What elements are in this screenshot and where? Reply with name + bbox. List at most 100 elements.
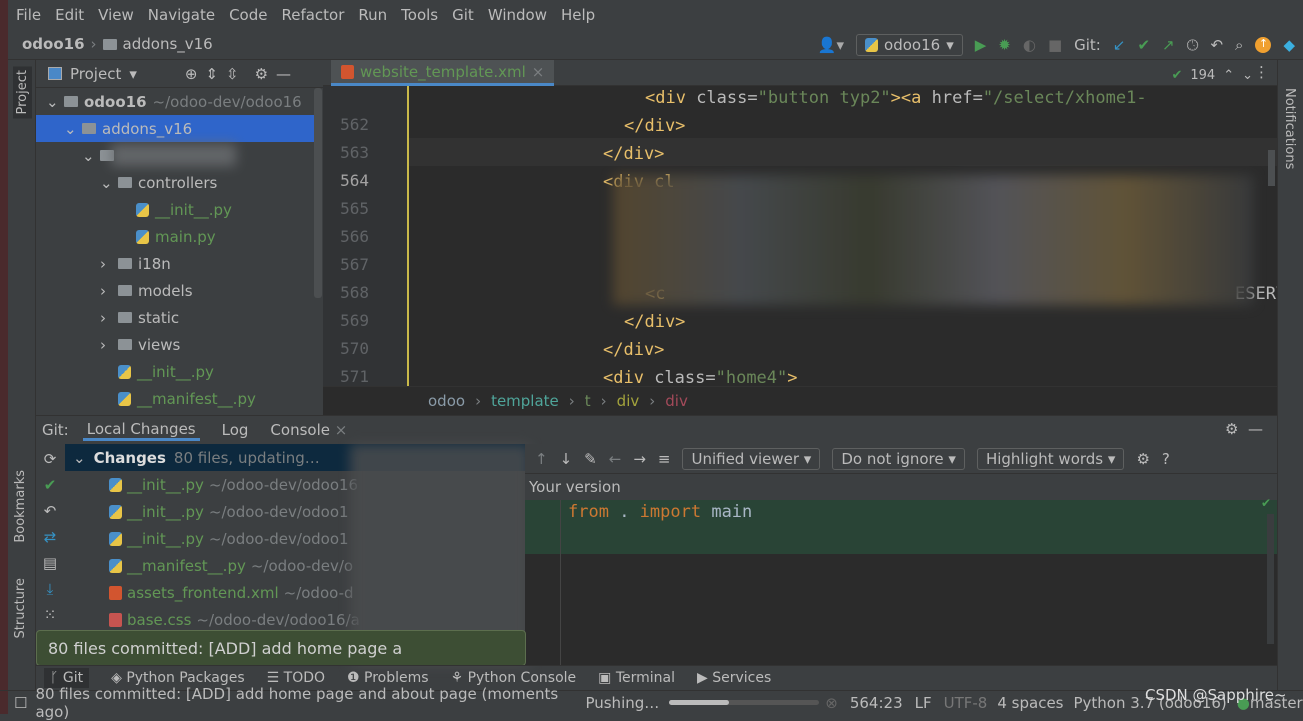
line-separator[interactable]: LF <box>915 694 932 712</box>
editor-scrollbar[interactable] <box>1268 150 1275 186</box>
chevron-down-icon[interactable]: ▾ <box>129 65 137 83</box>
jetbrains-icon[interactable]: ◆ <box>1283 36 1295 54</box>
menu-view[interactable]: View <box>98 6 134 24</box>
commit-icon[interactable]: ✔ <box>44 476 57 494</box>
breadcrumb-folder[interactable]: addons_v16 <box>123 35 213 53</box>
hide-icon[interactable]: — <box>276 65 291 83</box>
toggle-toolwindows-icon[interactable]: ☐ <box>14 694 27 712</box>
indent-setting[interactable]: 4 spaces <box>997 694 1063 712</box>
changed-file-row[interactable]: base.css ~/odoo-dev/odoo16/a <box>109 606 360 633</box>
close-icon[interactable]: × <box>335 421 348 439</box>
project-view-select[interactable]: Project <box>70 65 121 83</box>
chevron-right-icon[interactable]: › <box>100 282 112 300</box>
rollback-icon[interactable]: ↶ <box>44 502 57 520</box>
code-line[interactable]: </div> <box>624 116 685 136</box>
previous-highlight-icon[interactable]: ⌃ <box>1223 68 1234 83</box>
tree-item[interactable]: › views <box>36 331 314 358</box>
diff-icon[interactable]: ⇄ <box>44 528 57 546</box>
breadcrumb-item[interactable]: div <box>665 392 688 410</box>
tree-item[interactable]: main.py <box>36 223 314 250</box>
user-icon[interactable]: 👤▾ <box>818 36 844 54</box>
menu-code[interactable]: Code <box>229 6 267 24</box>
tree-item[interactable]: ⌄ odoo16 ~/odoo-dev/odoo16 <box>36 88 314 115</box>
refresh-icon[interactable]: ⟳ <box>44 450 57 468</box>
breadcrumb-project[interactable]: odoo16 <box>22 35 85 53</box>
file-encoding[interactable]: UTF-8 <box>944 694 988 712</box>
expand-all-icon[interactable]: ⇕ <box>205 65 218 83</box>
breadcrumb-item[interactable]: template <box>491 392 559 410</box>
bookmarks-stripe-button[interactable]: Bookmarks <box>13 470 28 543</box>
next-highlight-icon[interactable]: ⌄ <box>1242 68 1253 83</box>
tree-item[interactable]: ⌄ controllers <box>36 169 314 196</box>
breadcrumb-item[interactable]: odoo <box>428 392 465 410</box>
cancel-icon[interactable]: ⊗ <box>825 694 838 712</box>
settings-icon[interactable]: ⚙ <box>1136 450 1149 468</box>
update-icon[interactable]: ↑ <box>1255 37 1272 53</box>
changed-file-row[interactable]: __init__.py ~/odoo-dev/odoo1 <box>109 498 349 525</box>
tree-scrollbar[interactable] <box>314 88 322 298</box>
git-commit-icon[interactable]: ✔ <box>1137 36 1150 54</box>
search-icon[interactable]: ⌕ <box>1235 36 1243 54</box>
locate-icon[interactable]: ⊕ <box>185 65 198 83</box>
chevron-down-icon[interactable]: ⌄ <box>46 93 59 111</box>
debug-icon[interactable]: ✹ <box>998 36 1011 54</box>
diff-scrollbar[interactable] <box>1267 514 1274 644</box>
rollback-icon[interactable]: ↶ <box>1210 36 1223 54</box>
viewer-select[interactable]: Unified viewer ▾ <box>682 447 821 470</box>
project-stripe-button[interactable]: Project <box>13 66 32 119</box>
changed-file-row[interactable]: assets_frontend.xml ~/odoo-d <box>109 579 354 606</box>
commit-notification-balloon[interactable]: 80 files committed: [ADD] add home page … <box>36 630 526 666</box>
menu-window[interactable]: Window <box>488 6 547 24</box>
menu-refactor[interactable]: Refactor <box>281 6 344 24</box>
menu-file[interactable]: File <box>16 6 41 24</box>
caret-position[interactable]: 564:23 <box>850 694 903 712</box>
tree-item[interactable]: › models <box>36 277 314 304</box>
next-file-icon[interactable]: → <box>633 450 646 468</box>
close-icon[interactable]: × <box>532 63 545 81</box>
chevron-right-icon[interactable]: › <box>100 336 112 354</box>
tree-item[interactable]: › static <box>36 304 314 331</box>
stop-icon[interactable]: ■ <box>1048 36 1062 54</box>
run-icon[interactable]: ▶ <box>975 36 987 54</box>
previous-file-icon[interactable]: ← <box>609 450 622 468</box>
diff-code-line[interactable]: from . import main <box>568 502 752 522</box>
chevron-down-icon[interactable]: ⌄ <box>82 147 95 165</box>
structure-stripe-button[interactable]: Structure <box>13 578 28 638</box>
shelve-icon[interactable]: ▤ <box>43 554 57 572</box>
tree-item[interactable]: __init__.py <box>36 196 314 223</box>
git-update-icon[interactable]: ↙ <box>1113 36 1126 54</box>
coverage-icon[interactable]: ◐ <box>1023 36 1036 54</box>
code-line[interactable]: <div class="home4"> <box>603 368 798 388</box>
code-line[interactable]: </div> <box>603 340 664 360</box>
group-by-icon[interactable]: ⁙ <box>44 606 57 624</box>
toolwindow-terminal[interactable]: ▣ Terminal <box>598 670 675 686</box>
changed-file-row[interactable]: __init__.py ~/odoo-dev/odoo16 <box>109 471 358 498</box>
update-project-icon[interactable]: ⤓ <box>47 580 54 598</box>
more-icon[interactable]: ⋮ <box>1254 63 1269 81</box>
help-button[interactable]: ? <box>1162 450 1170 468</box>
tree-item[interactable]: __manifest__.py <box>36 385 314 412</box>
status-message[interactable]: 80 files committed: [ADD] add home page … <box>35 685 585 721</box>
chevron-right-icon[interactable]: › <box>100 309 112 327</box>
code-line[interactable]: </div> <box>624 312 685 332</box>
tab-website-template[interactable]: website_template.xml × <box>331 60 555 86</box>
gear-icon[interactable]: ⚙ — <box>1225 420 1263 438</box>
collapse-all-icon[interactable]: ⇳ <box>226 65 239 83</box>
git-push-icon[interactable]: ↗ <box>1162 36 1175 54</box>
inspection-widget[interactable]: ✔ 194 ⌃ ⌄ <box>1171 68 1253 83</box>
tab-log[interactable]: Log <box>222 421 249 439</box>
gear-icon[interactable]: ⚙ <box>255 65 268 83</box>
tree-item[interactable]: ⌄ addons_v16 <box>36 115 314 142</box>
menu-navigate[interactable]: Navigate <box>148 6 215 24</box>
tree-item[interactable]: › i18n <box>36 250 314 277</box>
code-line[interactable]: </div> <box>603 144 664 164</box>
next-difference-icon[interactable]: ↓ <box>560 450 573 468</box>
menu-help[interactable]: Help <box>561 6 595 24</box>
previous-difference-icon[interactable]: ↑ <box>535 450 548 468</box>
toolwindow-services[interactable]: ▶ Services <box>697 670 771 686</box>
changed-file-row[interactable]: __manifest__.py ~/odoo-dev/o <box>109 552 353 579</box>
ignore-select[interactable]: Do not ignore ▾ <box>832 447 965 470</box>
list-icon[interactable]: ≡ <box>658 450 671 468</box>
background-task[interactable]: Pushing… <box>585 694 659 712</box>
menu-edit[interactable]: Edit <box>55 6 84 24</box>
